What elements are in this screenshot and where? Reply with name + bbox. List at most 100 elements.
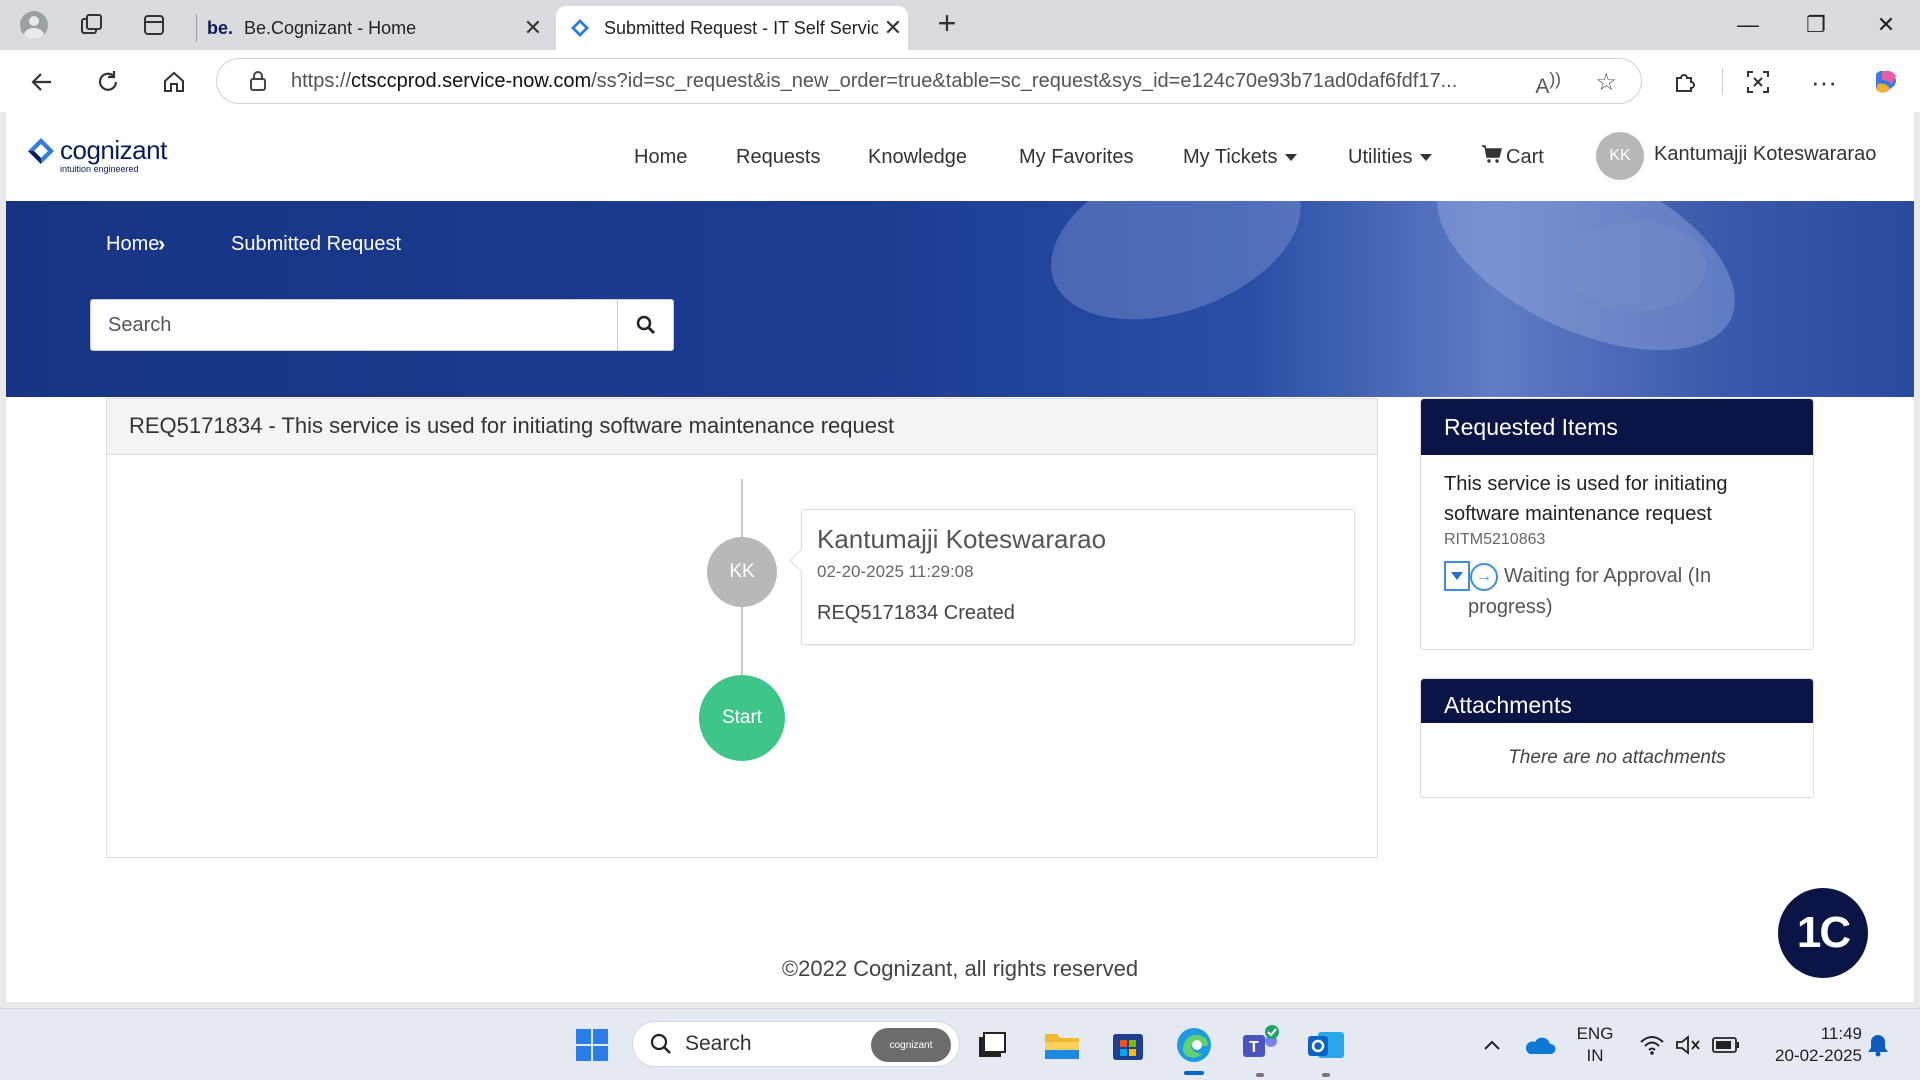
extensions-icon[interactable]: [1664, 62, 1704, 102]
chevron-right-icon: ›: [158, 231, 166, 256]
tab-becognizant[interactable]: be. Be.Cognizant - Home ✕: [196, 6, 548, 50]
back-icon[interactable]: [22, 62, 62, 102]
attachments-card: Attachments There are no attachments: [1420, 678, 1814, 798]
toolbar-separator: [1722, 68, 1723, 94]
favorite-star-icon[interactable]: ☆: [1595, 68, 1617, 97]
be-favicon: be.: [207, 17, 234, 38]
tab-close-icon[interactable]: ✕: [878, 15, 908, 41]
tab-close-icon[interactable]: ✕: [518, 15, 548, 41]
onedrive-icon[interactable]: [1518, 1023, 1562, 1067]
tab-submitted-request[interactable]: Submitted Request - IT Self Servic ✕: [556, 6, 908, 50]
tab-title: Be.Cognizant - Home: [244, 17, 417, 38]
nav-requests[interactable]: Requests: [736, 142, 821, 172]
search-icon: [636, 315, 655, 334]
event-timestamp: 02-20-2025 11:29:08: [817, 562, 974, 581]
outlook-icon[interactable]: [1304, 1023, 1348, 1067]
language-code: ENG: [1576, 1024, 1614, 1043]
logo-tagline: intuition engineered: [60, 164, 139, 174]
address-bar[interactable]: https://ctsccprod.service-now.com/ss?id=…: [216, 58, 1642, 104]
microsoft-store-icon[interactable]: [1106, 1023, 1150, 1067]
refresh-icon[interactable]: [88, 62, 128, 102]
attachments-empty-text: There are no attachments: [1508, 747, 1726, 768]
windows-start-icon[interactable]: [570, 1023, 614, 1067]
active-app-indicator: [1184, 1071, 1204, 1075]
svg-text:T: T: [1249, 1039, 1259, 1056]
profile-icon[interactable]: [14, 9, 54, 41]
attachments-title: Attachments: [1421, 679, 1813, 723]
url-text[interactable]: https://ctsccprod.service-now.com/ss?id=…: [291, 70, 1501, 93]
cognizant-favicon: [568, 16, 592, 40]
copilot-icon[interactable]: [1866, 62, 1906, 102]
show-hidden-icons-chevron-icon[interactable]: [1470, 1023, 1514, 1067]
search-input[interactable]: [91, 300, 617, 350]
requested-items-title: Requested Items: [1421, 399, 1813, 455]
more-options-icon[interactable]: ···: [1804, 62, 1844, 102]
app-running-indicator: [1256, 1073, 1264, 1077]
logo-name: cognizant: [60, 135, 167, 165]
nav-cart-label: Cart: [1506, 145, 1544, 168]
requested-item-link[interactable]: This service is used for initiating soft…: [1444, 469, 1784, 529]
task-view-icon[interactable]: [970, 1023, 1014, 1067]
tab-title: Submitted Request - IT Self Servic: [604, 17, 878, 38]
clock-date: 20-02-2025: [1775, 1046, 1862, 1065]
timeline-event-card: Kantumajji Koteswararao 02-20-2025 11:29…: [801, 509, 1355, 645]
cognizant-logo-icon: [26, 136, 56, 166]
portal-search: [90, 299, 674, 351]
notification-bell-icon[interactable]: [1856, 1023, 1900, 1067]
cognizant-logo[interactable]: cognizant intuition engineered: [26, 136, 167, 174]
event-avatar: KK: [707, 537, 777, 607]
cart-icon: [1482, 145, 1502, 169]
nav-utilities[interactable]: Utilities: [1348, 142, 1433, 172]
file-explorer-icon[interactable]: [1040, 1023, 1084, 1067]
home-icon[interactable]: [154, 62, 194, 102]
browser-tab-bar: be. Be.Cognizant - Home ✕ Submitted Requ…: [0, 0, 1920, 50]
nav-my-favorites[interactable]: My Favorites: [1019, 142, 1133, 172]
breadcrumb-home[interactable]: Home: [106, 233, 159, 256]
footer-copyright: ©2022 Cognizant, all rights reserved: [781, 956, 1139, 981]
restore-icon[interactable]: ❐: [1796, 8, 1836, 42]
user-name[interactable]: Kantumajji Koteswararao: [1654, 143, 1876, 166]
nav-knowledge[interactable]: Knowledge: [868, 142, 967, 172]
teams-icon[interactable]: T: [1238, 1023, 1282, 1067]
battery-icon[interactable]: [1704, 1023, 1748, 1067]
status-text: Waiting for Approval (In progress): [1468, 565, 1712, 618]
app-running-indicator: [1322, 1073, 1330, 1077]
chat-widget-button[interactable]: 1C: [1778, 888, 1868, 978]
site-info-icon[interactable]: [245, 70, 271, 92]
requested-items-card: Requested Items This service is used for…: [1420, 398, 1814, 650]
request-panel: REQ5171834 - This service is used for in…: [106, 398, 1378, 858]
nav-utilities-label: Utilities: [1348, 145, 1413, 168]
search-icon: [650, 1033, 671, 1054]
clock[interactable]: 11:49 20-02-2025: [1752, 1023, 1862, 1067]
windows-taskbar: Search cognizant T ENG IN 11:49 20-02-20…: [0, 1008, 1920, 1080]
arrow-right-circle-icon: →: [1470, 563, 1498, 591]
site-header: cognizant intuition engineered Home Requ…: [6, 112, 1914, 201]
web-page: cognizant intuition engineered Home Requ…: [6, 112, 1914, 1002]
edge-browser-icon[interactable]: [1172, 1023, 1216, 1067]
timeline-start-node: Start: [699, 675, 785, 761]
event-text: REQ5171834 Created: [817, 602, 1015, 624]
language-indicator[interactable]: ENG IN: [1570, 1023, 1620, 1067]
search-button[interactable]: [617, 300, 673, 350]
nav-my-tickets[interactable]: My Tickets: [1183, 142, 1298, 172]
screenshot-icon[interactable]: [1738, 62, 1778, 102]
chevron-down-icon: [1285, 153, 1298, 161]
chevron-down-icon: [1420, 153, 1433, 161]
region-code: IN: [1586, 1046, 1604, 1065]
user-avatar[interactable]: KK: [1596, 132, 1644, 180]
workspaces-icon[interactable]: [72, 9, 112, 41]
browser-toolbar: https://ctsccprod.service-now.com/ss?id=…: [0, 50, 1920, 112]
clock-time: 11:49: [1820, 1024, 1862, 1043]
new-tab-button[interactable]: +: [930, 7, 964, 42]
tab-actions-icon[interactable]: [134, 9, 174, 41]
expand-dropdown-icon[interactable]: [1444, 561, 1470, 591]
read-aloud-icon[interactable]: A)): [1535, 69, 1561, 99]
taskbar-search[interactable]: Search cognizant: [632, 1021, 960, 1067]
taskbar-search-label: Search: [685, 1032, 752, 1055]
nav-cart[interactable]: Cart: [1482, 142, 1544, 172]
nav-my-tickets-label: My Tickets: [1183, 145, 1278, 168]
event-author: Kantumajji Koteswararao: [817, 524, 1107, 554]
close-window-icon[interactable]: ✕: [1866, 8, 1906, 42]
nav-home[interactable]: Home: [634, 142, 687, 172]
minimize-icon[interactable]: —: [1728, 8, 1768, 42]
